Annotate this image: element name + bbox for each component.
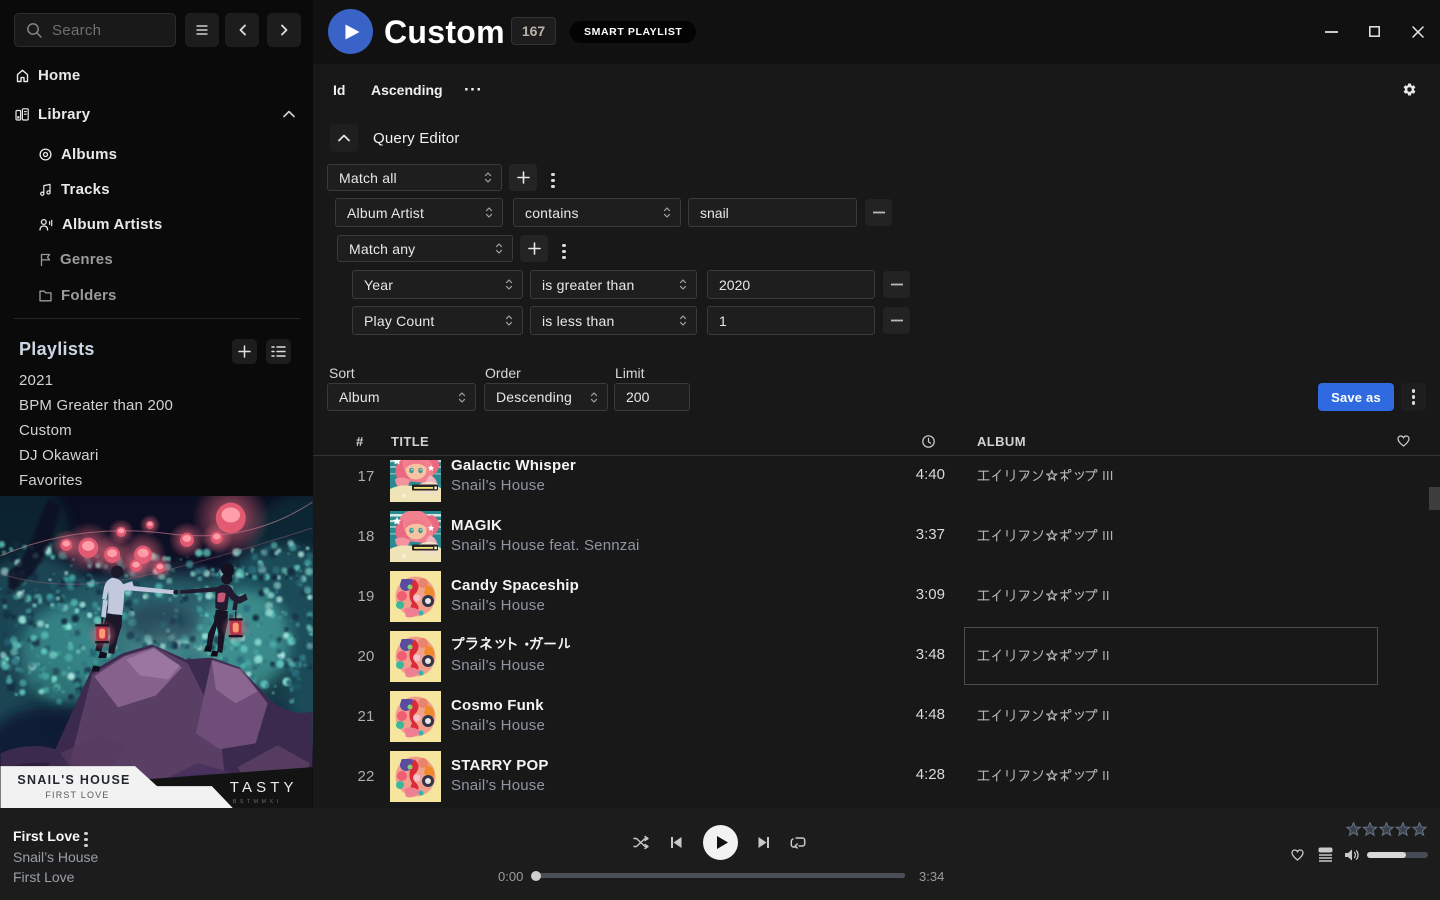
svg-text:II: II (1102, 769, 1110, 783)
svg-text:III: III (1102, 529, 1113, 543)
svg-text:TASTY: TASTY (230, 779, 298, 796)
svg-text:II: II (1102, 709, 1110, 723)
svg-text:SNAIL'S HOUSE: SNAIL'S HOUSE (17, 773, 130, 787)
svg-text:III: III (1102, 469, 1113, 483)
svg-text:BSTMMXI: BSTMMXI (233, 799, 282, 805)
svg-text:II: II (1102, 589, 1110, 603)
svg-text:FIRST LOVE: FIRST LOVE (45, 790, 109, 800)
